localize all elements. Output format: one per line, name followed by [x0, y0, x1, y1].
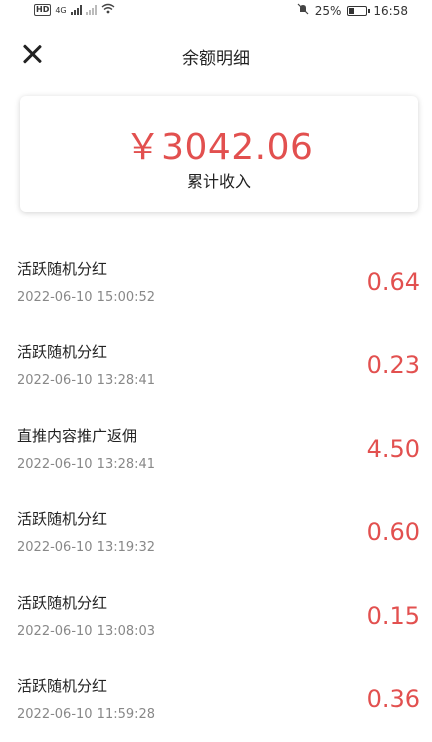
- battery-icon: [347, 5, 371, 16]
- header: 余额明细: [0, 30, 432, 80]
- tx-title: 活跃随机分红: [17, 260, 108, 278]
- tx-title: 活跃随机分红: [17, 510, 108, 529]
- list-item[interactable]: 活跃随机分红 2022-06-10 13:28:41 0.23: [0, 325, 432, 408]
- tx-time: 2022-06-10 13:08:03: [17, 623, 156, 639]
- signal-2-icon: [85, 5, 97, 15]
- tx-title: 活跃随机分红: [17, 676, 108, 695]
- wifi-icon: [101, 3, 115, 17]
- mute-bell-icon: [297, 3, 309, 18]
- battery-percent: 25%: [314, 3, 342, 18]
- list-item[interactable]: 活跃随机分红 2022-06-10 11:59:28 0.36: [0, 659, 432, 742]
- network-type: 4G: [55, 5, 67, 15]
- clock: 16:58: [373, 3, 408, 18]
- list-item[interactable]: 活跃随机分红 2022-06-10 15:00:52 0.64: [0, 242, 432, 325]
- tx-title: 活跃随机分红: [17, 343, 108, 362]
- tx-time: 2022-06-10 15:00:52: [17, 290, 156, 305]
- tx-amount: 0.60: [366, 518, 420, 547]
- tx-time: 2022-06-10 11:59:28: [17, 706, 156, 722]
- signal-icon: [70, 5, 82, 15]
- tx-title: 直推内容推广返佣: [17, 426, 138, 445]
- total-amount: ￥3042.06: [124, 127, 314, 168]
- list-item[interactable]: 活跃随机分红 2022-06-10 13:19:32 0.60: [0, 492, 432, 575]
- tx-amount: 0.23: [366, 351, 420, 380]
- status-bar: HD 4G 25% 16:58: [0, 0, 432, 22]
- summary-card: ￥3042.06 累计收入: [20, 96, 418, 212]
- transaction-list: 活跃随机分红 2022-06-10 15:00:52 0.64 活跃随机分红 2…: [0, 242, 432, 742]
- tx-amount: 0.15: [366, 601, 420, 630]
- status-right: 25% 16:58: [297, 3, 408, 18]
- page-title: 余额明细: [182, 49, 250, 69]
- tx-time: 2022-06-10 13:28:41: [17, 373, 156, 389]
- total-label: 累计收入: [186, 172, 251, 191]
- tx-time: 2022-06-10 13:28:41: [17, 456, 156, 472]
- list-item[interactable]: 活跃随机分红 2022-06-10 13:08:03 0.15: [0, 576, 432, 659]
- hd-icon: HD: [34, 4, 52, 16]
- tx-time: 2022-06-10 13:19:32: [17, 540, 156, 556]
- tx-amount: 4.50: [366, 434, 420, 463]
- list-item[interactable]: 直推内容推广返佣 2022-06-10 13:28:41 4.50: [0, 409, 432, 492]
- status-left: HD 4G: [34, 3, 115, 17]
- tx-title: 活跃随机分红: [17, 593, 108, 612]
- tx-amount: 0.36: [366, 684, 420, 713]
- tx-amount: 0.64: [366, 268, 420, 296]
